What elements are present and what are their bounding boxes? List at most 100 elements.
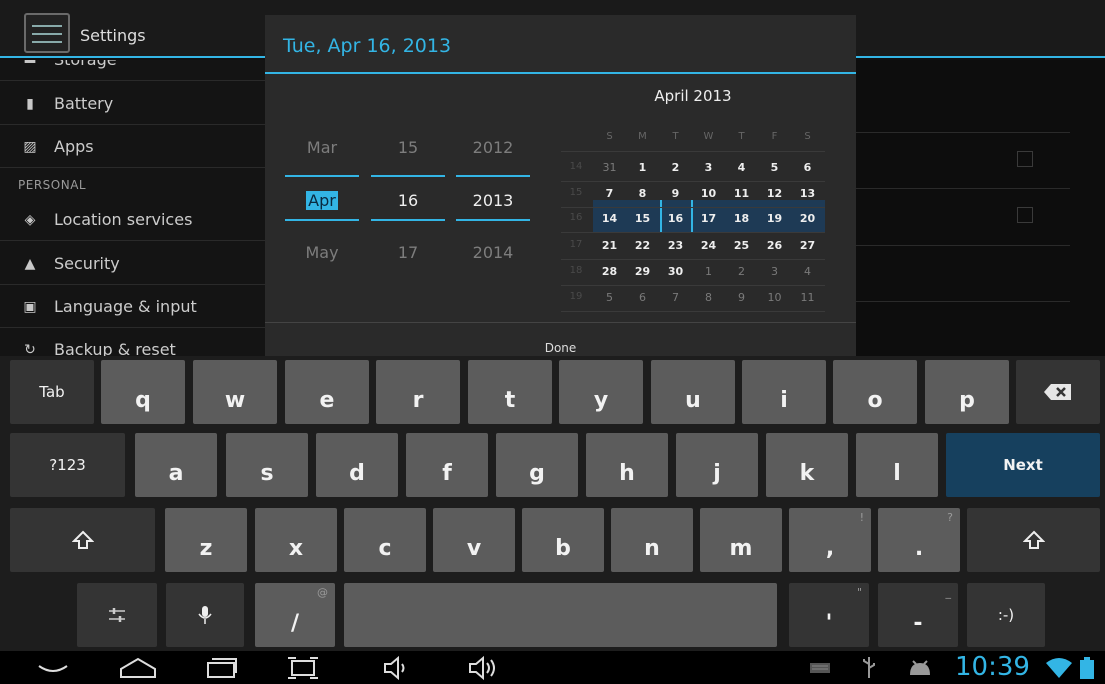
key-l[interactable]: l [856,433,938,497]
calendar-day[interactable]: 11 [725,187,758,200]
sidebar-item-battery[interactable]: ▮ Battery [0,82,265,125]
year-prev[interactable]: 2012 [456,138,530,157]
calendar-day[interactable]: 9 [659,187,692,200]
key-dash[interactable]: _ - [878,583,958,647]
key-k[interactable]: k [766,433,848,497]
calendar-day[interactable]: 6 [791,161,824,174]
calendar-day[interactable]: 27 [791,239,824,252]
calendar-day[interactable]: 28 [593,265,626,278]
key-symbols[interactable]: ?123 [10,433,125,497]
key-p[interactable]: p [925,360,1009,424]
calendar-day[interactable]: 19 [758,212,791,225]
key-a[interactable]: a [135,433,217,497]
calendar-day[interactable]: 16 [659,212,692,225]
sidebar-item-apps[interactable]: ▨ Apps [0,125,265,168]
key-h[interactable]: h [586,433,668,497]
volume-down-icon[interactable] [382,651,412,684]
calendar-day[interactable]: 1 [692,265,725,278]
key-shift-right[interactable] [967,508,1100,572]
calendar-day[interactable]: 4 [791,265,824,278]
key-n[interactable]: n [611,508,693,572]
calendar-day[interactable]: 3 [758,265,791,278]
calendar-day[interactable]: 18 [725,212,758,225]
calendar-day[interactable]: 1 [626,161,659,174]
key-y[interactable]: y [559,360,643,424]
key-v[interactable]: v [433,508,515,572]
key-u[interactable]: u [651,360,735,424]
year-next[interactable]: 2014 [456,243,530,262]
calendar-day[interactable]: 30 [659,265,692,278]
sidebar-item-storage[interactable]: ▬ Storage [0,60,265,81]
key-f[interactable]: f [406,433,488,497]
key-q[interactable]: q [101,360,185,424]
month-current[interactable]: Apr [285,191,359,210]
day-next[interactable]: 17 [371,243,445,262]
key-shift-left[interactable] [10,508,155,572]
calendar-day[interactable]: 2 [725,265,758,278]
calendar-day[interactable]: 3 [692,161,725,174]
key-e[interactable]: e [285,360,369,424]
calendar-day[interactable]: 26 [758,239,791,252]
month-prev[interactable]: Mar [285,138,359,157]
calendar-day[interactable]: 29 [626,265,659,278]
calendar-day[interactable]: 31 [593,161,626,174]
calendar-day[interactable]: 15 [626,212,659,225]
calendar-day[interactable]: 25 [725,239,758,252]
day-prev[interactable]: 15 [371,138,445,157]
calendar-day[interactable]: 13 [791,187,824,200]
month-next[interactable]: May [285,243,359,262]
day-spinner[interactable]: 15 16 17 [371,15,445,355]
calendar-day[interactable]: 24 [692,239,725,252]
key-b[interactable]: b [522,508,604,572]
done-button[interactable]: Done [265,323,856,356]
key-period[interactable]: ? . [878,508,960,572]
calendar-day[interactable]: 5 [593,291,626,304]
calendar-day[interactable]: 7 [593,187,626,200]
key-x[interactable]: x [255,508,337,572]
year-spinner[interactable]: 2012 2013 2014 [456,15,530,355]
home-icon[interactable] [118,651,158,684]
calendar-day[interactable]: 4 [725,161,758,174]
key-o[interactable]: o [833,360,917,424]
month-spinner[interactable]: Mar Apr May [285,15,359,355]
calendar-day[interactable]: 10 [758,291,791,304]
settings-app-icon[interactable] [24,13,70,53]
calendar-day[interactable]: 12 [758,187,791,200]
year-current[interactable]: 2013 [456,191,530,210]
key-s[interactable]: s [226,433,308,497]
calendar-day[interactable]: 6 [626,291,659,304]
calendar-day[interactable]: 8 [626,187,659,200]
calendar-day[interactable]: 21 [593,239,626,252]
key-voice[interactable] [166,583,244,647]
key-r[interactable]: r [376,360,460,424]
key-space[interactable] [344,583,777,647]
sidebar-item-language-input[interactable]: ▣ Language & input [0,285,265,328]
key-w[interactable]: w [193,360,277,424]
key-slash[interactable]: @ / [255,583,335,647]
key-c[interactable]: c [344,508,426,572]
calendar-day[interactable]: 20 [791,212,824,225]
key-comma[interactable]: ! , [789,508,871,572]
calendar-day[interactable]: 5 [758,161,791,174]
key-d[interactable]: d [316,433,398,497]
sidebar-item-backup-reset[interactable]: ↻ Backup & reset [0,328,265,356]
key-backspace[interactable] [1016,360,1100,424]
checkbox[interactable] [1017,207,1033,223]
calendar-day[interactable]: 11 [791,291,824,304]
key-tab[interactable]: Tab [10,360,94,424]
hide-keyboard-icon[interactable] [36,651,70,684]
calendar-day[interactable]: 14 [593,212,626,225]
calendar-day[interactable]: 9 [725,291,758,304]
checkbox[interactable] [1017,151,1033,167]
key-m[interactable]: m [700,508,782,572]
key-j[interactable]: j [676,433,758,497]
key-i[interactable]: i [742,360,826,424]
sidebar-item-location-services[interactable]: ◈ Location services [0,198,265,241]
calendar-day[interactable]: 23 [659,239,692,252]
recent-apps-icon[interactable] [205,651,239,684]
key-settings[interactable] [77,583,157,647]
key-next[interactable]: Next [946,433,1100,497]
day-current[interactable]: 16 [371,191,445,210]
key-t[interactable]: t [468,360,552,424]
calendar-day[interactable]: 2 [659,161,692,174]
